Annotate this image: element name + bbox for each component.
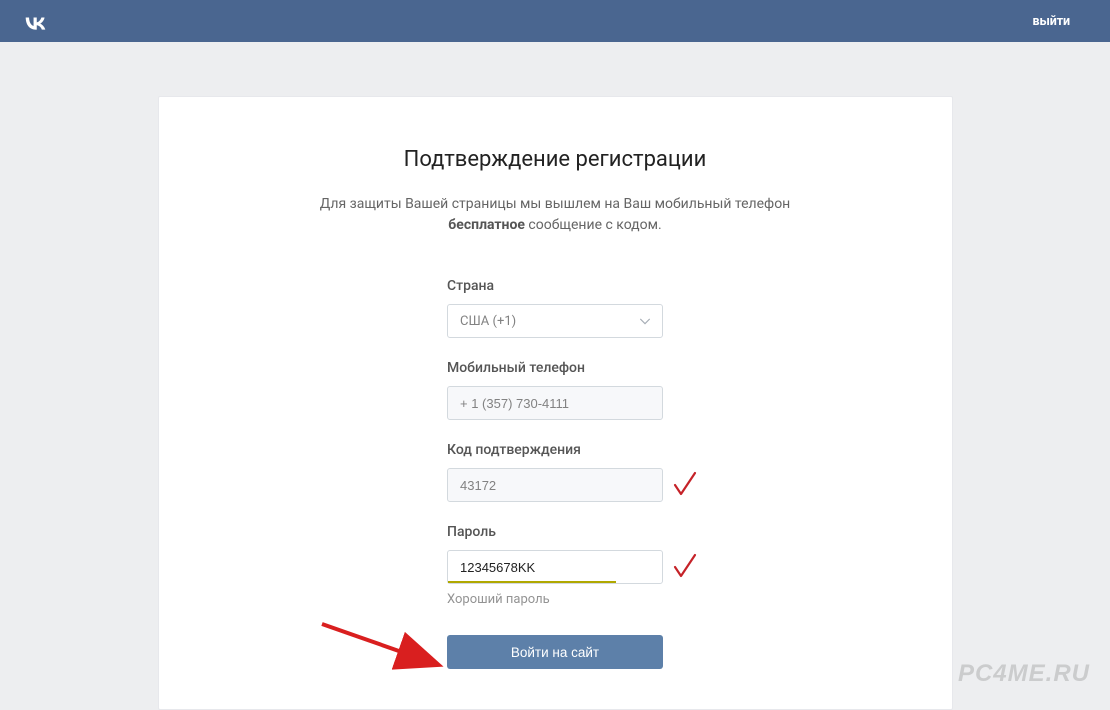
password-field[interactable] [447, 550, 663, 584]
country-group: Страна США (+1) [447, 278, 663, 338]
phone-label: Мобильный телефон [447, 360, 663, 376]
vk-logo[interactable] [20, 12, 50, 30]
check-icon [671, 470, 699, 498]
country-selected-value: США (+1) [460, 314, 516, 329]
code-field[interactable] [447, 468, 663, 502]
code-group: Код подтверждения [447, 442, 663, 502]
country-label: Страна [447, 278, 663, 294]
code-label: Код подтверждения [447, 442, 663, 458]
password-group: Пароль Хороший пароль [447, 524, 663, 607]
phone-group: Мобильный телефон [447, 360, 663, 420]
country-select[interactable]: США (+1) [447, 304, 663, 338]
logout-link[interactable]: выйти [1033, 14, 1070, 29]
chevron-down-icon [638, 314, 652, 328]
registration-card: Подтверждение регистрации Для защиты Ваш… [158, 96, 953, 710]
submit-button[interactable]: Войти на сайт [447, 635, 663, 669]
page-subtitle: Для защиты Вашей страницы мы вышлем на В… [295, 194, 815, 236]
watermark: PC4ME.RU [958, 660, 1090, 688]
phone-field[interactable] [447, 386, 663, 420]
page-title: Подтверждение регистрации [159, 147, 952, 172]
header-bar: выйти [0, 0, 1110, 42]
password-hint: Хороший пароль [447, 592, 663, 607]
password-label: Пароль [447, 524, 663, 540]
check-icon [671, 552, 699, 580]
